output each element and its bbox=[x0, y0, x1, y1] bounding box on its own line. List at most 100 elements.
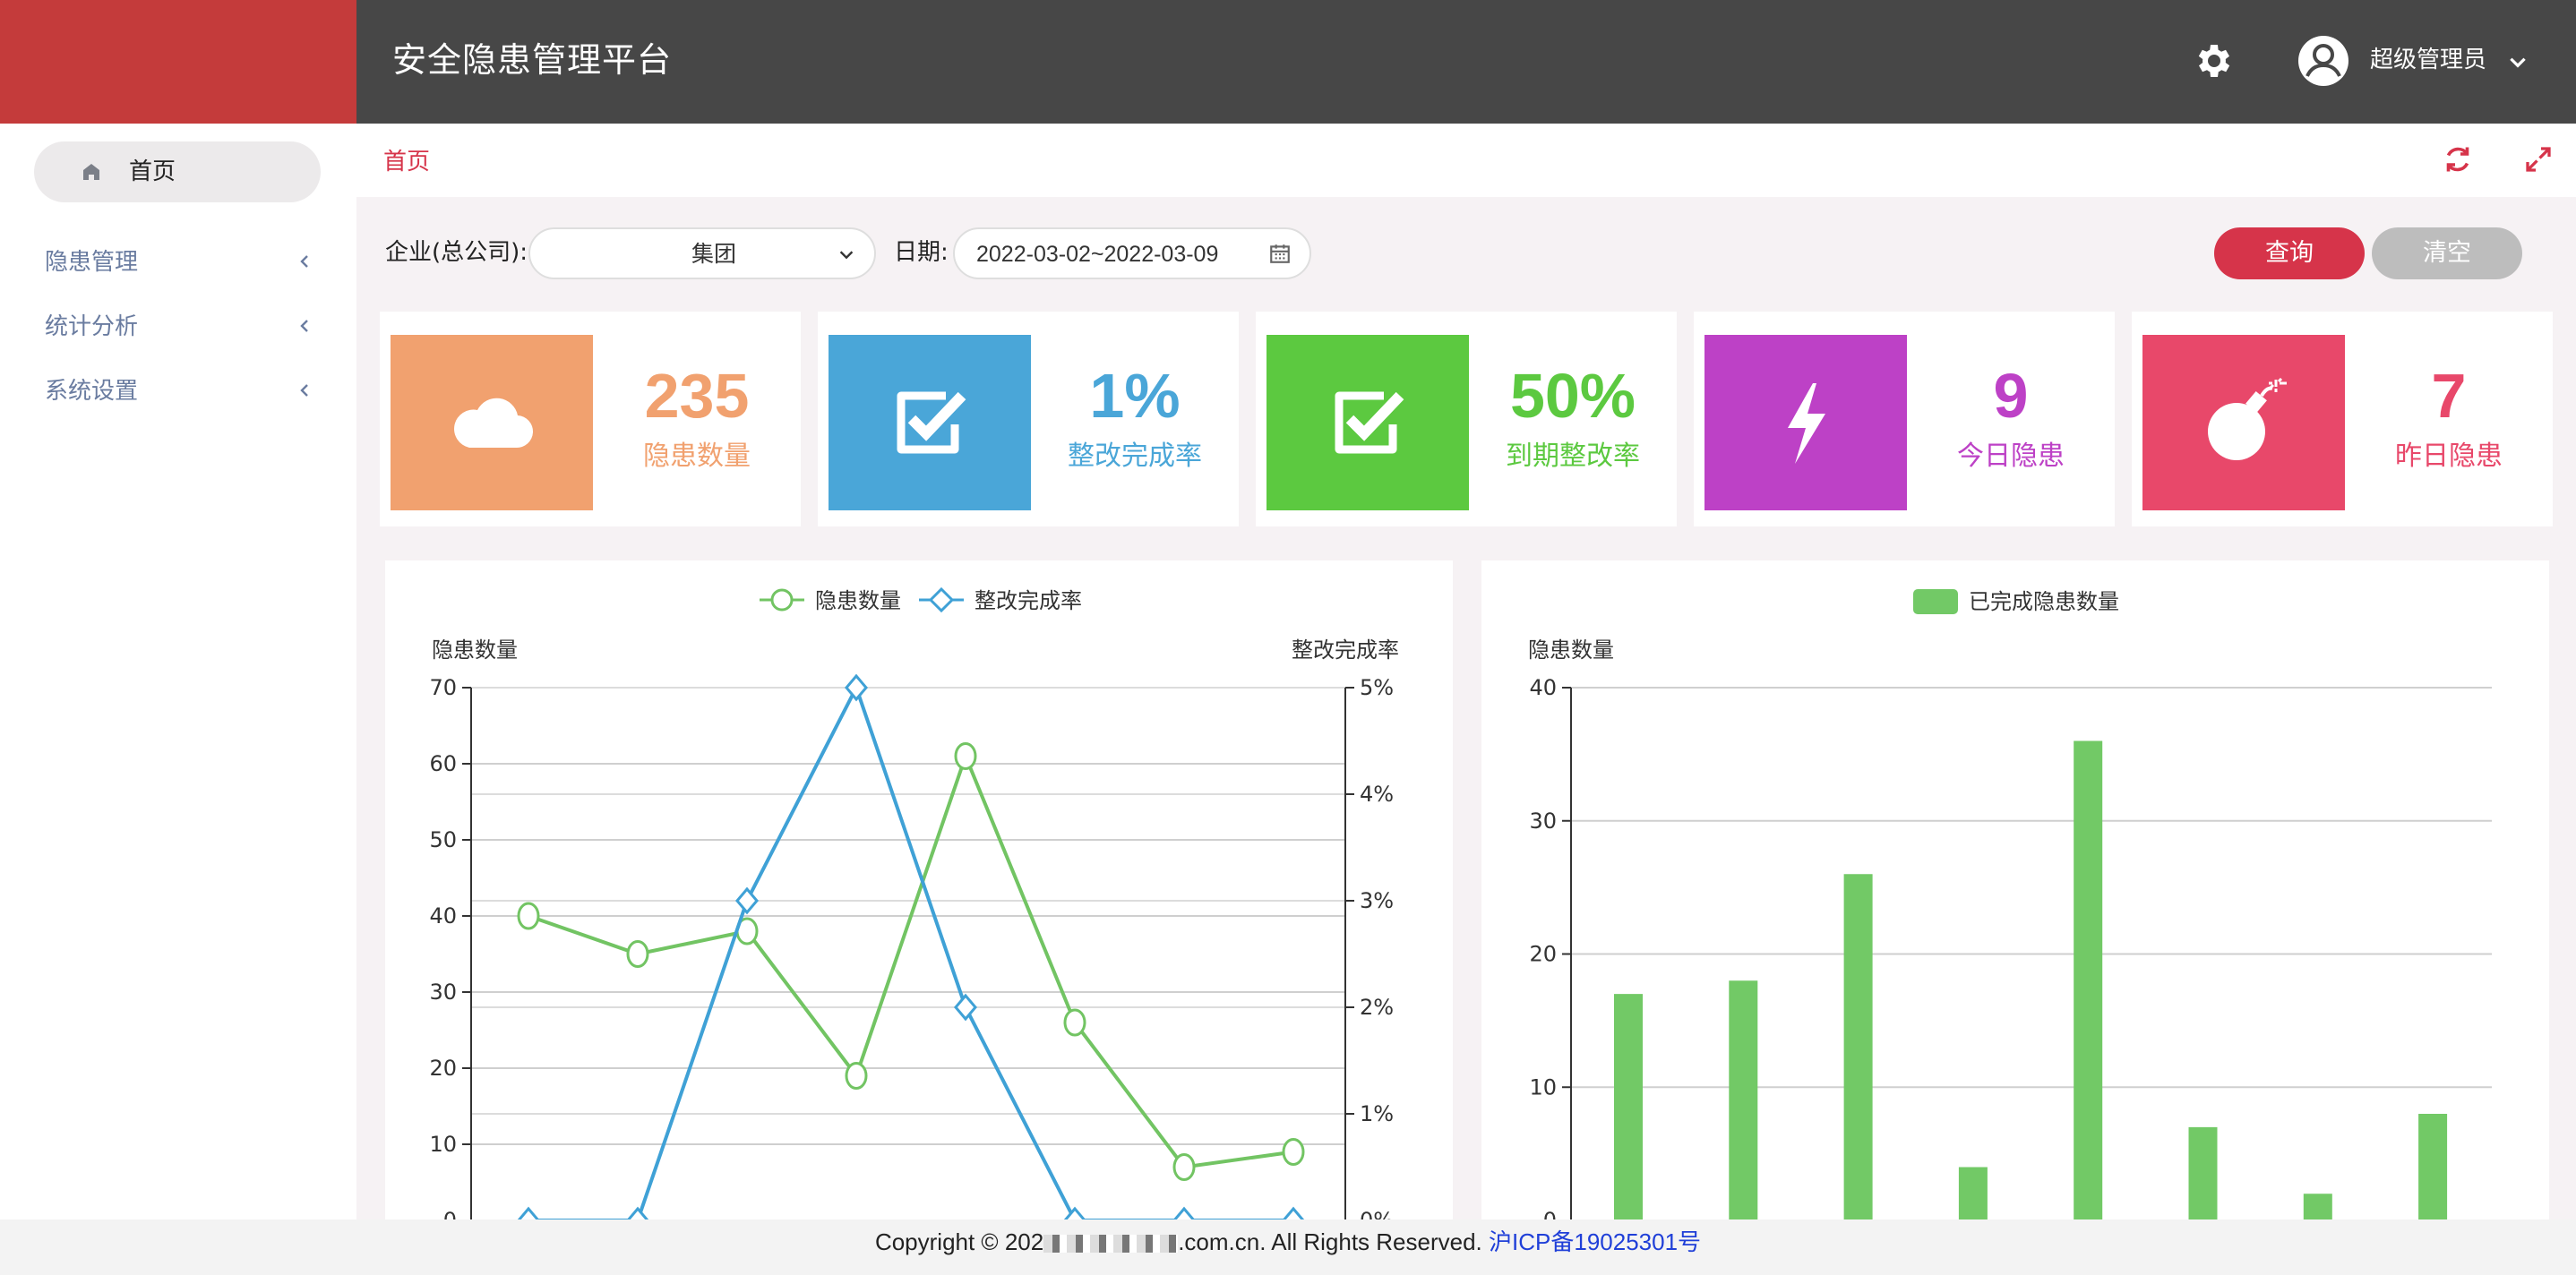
bar bbox=[2188, 1126, 2218, 1220]
date-label: 日期: bbox=[894, 239, 949, 266]
y-axis-label: 隐患数量 bbox=[432, 638, 518, 663]
stat-icon-box bbox=[2142, 335, 2345, 510]
checkbox-icon bbox=[1335, 391, 1404, 454]
bar bbox=[2074, 740, 2103, 1220]
icp-link[interactable]: 沪ICP备19025301号 bbox=[1489, 1228, 1701, 1255]
cloud-icon bbox=[454, 398, 534, 449]
checkbox-icon bbox=[897, 391, 966, 454]
data-point bbox=[735, 886, 759, 915]
sidebar-item-label: 隐患管理 bbox=[45, 249, 139, 276]
stat-value: 235 bbox=[644, 361, 750, 431]
data-point bbox=[517, 902, 540, 930]
stat-card-today-hazards: 9 今日隐患 bbox=[1694, 312, 2115, 526]
bar bbox=[1958, 1167, 1988, 1220]
data-point bbox=[626, 940, 649, 968]
app-title: 安全隐患管理平台 bbox=[392, 40, 673, 80]
y-tick-label: 50 bbox=[429, 827, 457, 852]
stat-card-hazard-count: 235 隐患数量 bbox=[380, 312, 801, 526]
breadcrumb-bar: 首页 bbox=[356, 124, 2576, 197]
company-select[interactable]: 集团 bbox=[528, 227, 876, 279]
y-axis-label: 隐患数量 bbox=[1528, 638, 1614, 663]
data-point bbox=[954, 993, 977, 1022]
sidebar: 首页 隐患管理 统计分析 系统设置 bbox=[0, 124, 356, 1275]
bar bbox=[1614, 994, 1643, 1220]
bar bbox=[2418, 1114, 2448, 1220]
stat-card-due-rectify-rate: 50% 到期整改率 bbox=[1256, 312, 1677, 526]
top-bar: 安全隐患管理平台 超级管理员 bbox=[356, 0, 2576, 124]
data-point bbox=[1282, 1138, 1305, 1166]
stat-label: 昨日隐患 bbox=[2395, 441, 2503, 472]
date-range-value: 2022-03-02~2022-03-09 bbox=[976, 242, 1219, 267]
sidebar-item-home[interactable]: 首页 bbox=[34, 141, 321, 202]
y2-tick-label: 5% bbox=[1360, 675, 1394, 700]
bar-chart-panel: 010203040隐患数量已完成隐患数量 bbox=[1481, 560, 2549, 1275]
y-tick-label: 20 bbox=[429, 1056, 457, 1081]
legend-marker bbox=[928, 586, 955, 613]
stat-card-rectify-rate: 1% 整改完成率 bbox=[818, 312, 1239, 526]
stat-label: 整改完成率 bbox=[1068, 441, 1202, 472]
data-point bbox=[1172, 1153, 1196, 1181]
chevron-down-icon[interactable] bbox=[2506, 50, 2529, 73]
data-point bbox=[1063, 1008, 1086, 1037]
sidebar-item-label: 系统设置 bbox=[45, 378, 139, 405]
gear-icon[interactable] bbox=[2193, 39, 2236, 82]
company-select-value: 集团 bbox=[691, 241, 737, 267]
legend-label: 整改完成率 bbox=[975, 588, 1082, 613]
y-tick-label: 40 bbox=[1529, 675, 1557, 700]
legend-swatch bbox=[1913, 589, 1958, 614]
y-tick-label: 30 bbox=[429, 980, 457, 1005]
y-tick-label: 60 bbox=[429, 751, 457, 776]
stat-value: 50% bbox=[1509, 361, 1636, 431]
y2-tick-label: 3% bbox=[1360, 888, 1394, 913]
home-icon bbox=[83, 164, 99, 180]
y2-tick-label: 1% bbox=[1360, 1101, 1394, 1126]
calendar-icon[interactable] bbox=[1268, 242, 1292, 265]
chevron-left-icon bbox=[300, 255, 308, 268]
fullscreen-icon[interactable] bbox=[2522, 143, 2555, 175]
data-point bbox=[845, 1062, 868, 1090]
footer-copyright: Copyright © 202 bbox=[874, 1228, 1044, 1255]
bar bbox=[1729, 980, 1758, 1220]
y2-tick-label: 4% bbox=[1360, 782, 1394, 807]
user-circle-icon[interactable] bbox=[2297, 34, 2350, 88]
chevron-down-icon bbox=[839, 251, 854, 260]
user-name[interactable]: 超级管理员 bbox=[2370, 0, 2486, 124]
stat-label: 今日隐患 bbox=[1957, 441, 2065, 472]
footer: Copyright © 202 .com.cn. All Rights Reser… bbox=[0, 1219, 2576, 1275]
stat-icon-box bbox=[391, 335, 593, 510]
bomb-icon bbox=[2208, 378, 2287, 460]
sidebar-item-label: 统计分析 bbox=[45, 313, 139, 340]
breadcrumb-tab-home[interactable]: 首页 bbox=[383, 124, 430, 201]
stat-value: 7 bbox=[2431, 361, 2467, 431]
legend-label: 隐患数量 bbox=[815, 588, 901, 613]
data-point bbox=[954, 742, 977, 770]
date-range-input[interactable]: 2022-03-02~2022-03-09 bbox=[953, 227, 1311, 279]
footer-redacted bbox=[1043, 1235, 1179, 1254]
y2-axis-label: 整改完成率 bbox=[1292, 638, 1399, 663]
legend-marker bbox=[770, 588, 794, 612]
data-point bbox=[845, 673, 868, 702]
query-button[interactable]: 查询 bbox=[2214, 227, 2365, 279]
chevron-left-icon bbox=[300, 320, 308, 332]
stat-label: 到期整改率 bbox=[1506, 441, 1640, 472]
sidebar-item-statistics[interactable]: 统计分析 bbox=[45, 304, 313, 349]
y-tick-label: 70 bbox=[429, 675, 457, 700]
y-tick-label: 30 bbox=[1529, 809, 1557, 834]
line-chart-panel: 0102030405060700%1%2%3%4%5%隐患数量整改完成率隐患数量… bbox=[385, 560, 1453, 1275]
legend-label: 已完成隐患数量 bbox=[1969, 589, 2119, 614]
bar bbox=[1843, 874, 1873, 1220]
sidebar-item-system-settings[interactable]: 系统设置 bbox=[45, 369, 313, 414]
stat-card-yesterday-hazards: 7 昨日隐患 bbox=[2132, 312, 2553, 526]
clear-button[interactable]: 清空 bbox=[2372, 227, 2522, 279]
y-tick-label: 10 bbox=[1529, 1074, 1557, 1100]
y-tick-label: 20 bbox=[1529, 942, 1557, 967]
y-tick-label: 10 bbox=[429, 1132, 457, 1157]
sidebar-item-hazard-management[interactable]: 隐患管理 bbox=[45, 240, 313, 285]
line-chart: 0102030405060700%1%2%3%4%5%隐患数量整改完成率隐患数量… bbox=[429, 586, 1399, 1235]
footer-rights: .com.cn. All Rights Reserved. bbox=[1178, 1228, 1490, 1255]
stat-icon-box bbox=[1704, 335, 1907, 510]
bar-chart: 010203040隐患数量已完成隐患数量 bbox=[1528, 589, 2492, 1233]
refresh-icon[interactable] bbox=[2442, 143, 2474, 175]
stat-icon-box bbox=[829, 335, 1031, 510]
logo-area bbox=[0, 0, 356, 124]
